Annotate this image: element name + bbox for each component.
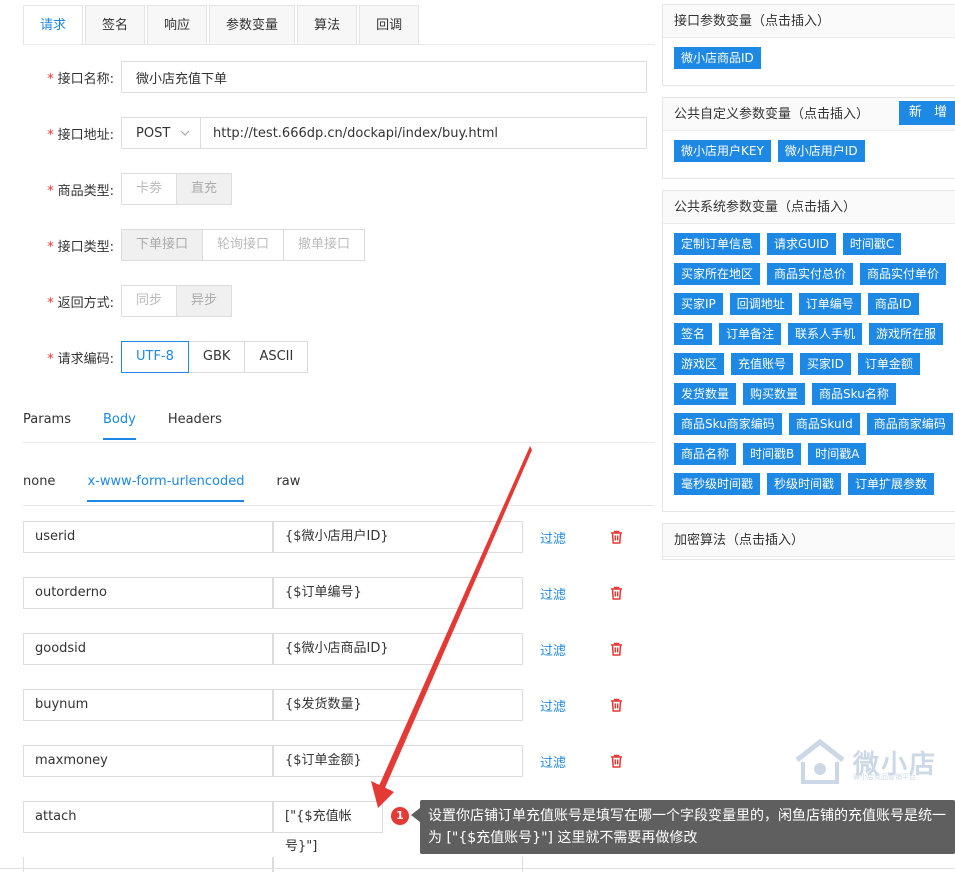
api-vars-chips: 微小店商品ID: [663, 38, 955, 85]
var-chip[interactable]: 微小店用户ID: [777, 140, 865, 162]
api-vars-title: 接口参数变量（点击插入）: [663, 5, 955, 38]
watermark-logo: 微小店 微小店商品营销平台: [793, 738, 937, 786]
custom-vars-panel: 公共自定义参数变量（点击插入） 新 增 微小店用户KEY 微小店用户ID: [662, 97, 955, 179]
bottom-divider: [0, 868, 955, 869]
watermark-sub: 微小店商品营销平台: [853, 773, 916, 781]
var-chip[interactable]: 微小店用户KEY: [674, 140, 771, 162]
var-chip[interactable]: 发货数量: [674, 383, 737, 405]
var-chip[interactable]: 商品实付单价: [860, 263, 947, 285]
var-chip[interactable]: 充值账号: [731, 353, 794, 375]
var-chip[interactable]: 商品Sku名称: [812, 383, 896, 405]
step-badge: 1: [391, 807, 409, 825]
var-chip[interactable]: 商品Sku商家编码: [674, 413, 782, 435]
var-chip[interactable]: 订单金额: [857, 353, 920, 375]
var-chip[interactable]: 回调地址: [729, 293, 792, 315]
system-vars-title: 公共系统参数变量（点击插入）: [663, 191, 955, 224]
tooltip-pointer: [411, 808, 420, 822]
var-chip[interactable]: 商品SkuId: [788, 413, 860, 435]
var-chip[interactable]: 游戏区: [674, 353, 725, 375]
api-vars-panel: 接口参数变量（点击插入） 微小店商品ID: [662, 4, 955, 86]
crypto-title: 加密算法（点击插入）: [663, 524, 955, 557]
add-var-button[interactable]: 新 增: [898, 101, 955, 125]
var-chip[interactable]: 商品ID: [867, 293, 919, 315]
var-chip[interactable]: 毫秒级时间戳: [674, 473, 761, 495]
var-chip[interactable]: 买家ID: [800, 353, 851, 375]
var-chip[interactable]: 时间戳B: [743, 443, 802, 465]
var-chip[interactable]: 请求GUID: [767, 233, 836, 255]
system-vars-chips: 定制订单信息 请求GUID 时间戳C 买家所在地区 商品实付总价 商品实付单价买家IP 回调…: [663, 224, 955, 511]
var-chip[interactable]: 买家IP: [674, 293, 723, 315]
encoding-utf8[interactable]: UTF-8: [121, 341, 189, 373]
var-chip[interactable]: 定制订单信息: [674, 233, 761, 255]
var-chip[interactable]: 商品名称: [674, 443, 737, 465]
custom-vars-chips: 微小店用户KEY 微小店用户ID: [663, 131, 955, 178]
system-vars-panel: 公共系统参数变量（点击插入） 定制订单信息 请求GUID 时间戳C 买家所在地区 商品实…: [662, 190, 955, 512]
var-chip[interactable]: 时间戳C: [842, 233, 902, 255]
crypto-panel: 加密算法（点击插入）: [662, 523, 955, 560]
custom-vars-title: 公共自定义参数变量（点击插入）: [674, 107, 870, 122]
var-chip[interactable]: 游戏所在服: [869, 323, 944, 345]
var-chip[interactable]: 秒级时间戳: [767, 473, 842, 495]
shop-logo-icon: [795, 738, 845, 784]
annotation-tooltip: 设置你店铺订单充值账号是填写在哪一个字段变量里的，闲鱼店铺的充值账号是统一为 […: [420, 800, 955, 854]
var-chip[interactable]: 签名: [674, 323, 713, 345]
var-chip[interactable]: 购买数量: [743, 383, 806, 405]
var-chip[interactable]: 商品商家编码: [866, 413, 953, 435]
var-chip[interactable]: 订单备注: [719, 323, 782, 345]
var-chip[interactable]: 订单扩展参数: [848, 473, 935, 495]
var-chip[interactable]: 订单编号: [798, 293, 861, 315]
var-chip[interactable]: 微小店商品ID: [674, 47, 761, 69]
var-chip[interactable]: 商品实付总价: [767, 263, 854, 285]
var-chip[interactable]: 联系人手机: [788, 323, 863, 345]
var-chip[interactable]: 时间戳A: [808, 443, 867, 465]
var-chip[interactable]: 买家所在地区: [674, 263, 761, 285]
